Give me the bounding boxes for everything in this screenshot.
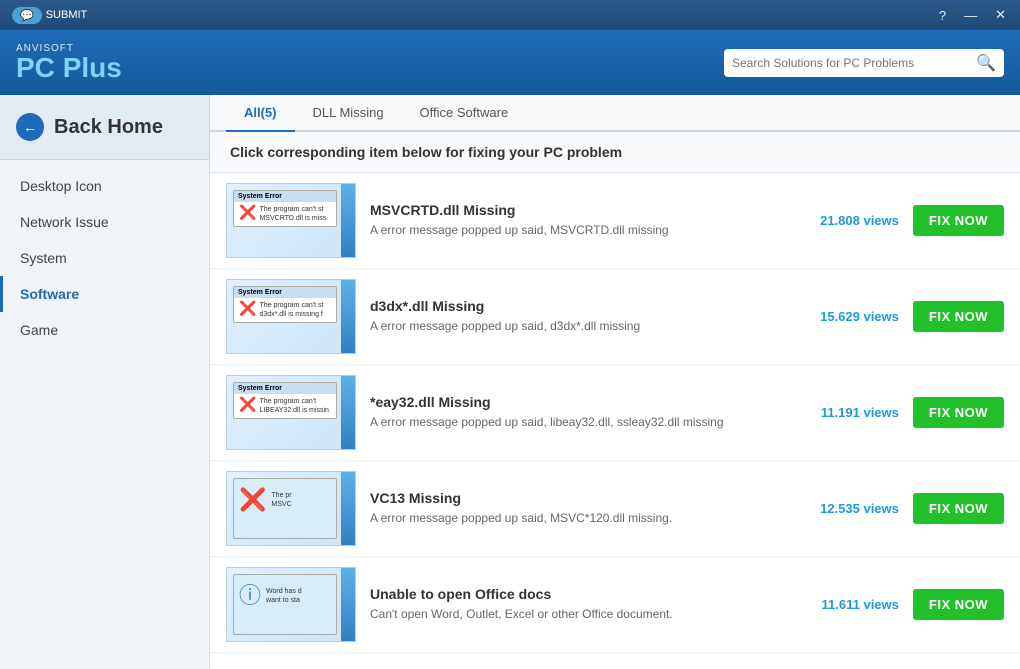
header: ANVISOFT PC Plus 🔍 bbox=[0, 30, 1020, 95]
items-list: System Error ❌ The program can't stMSVCR… bbox=[210, 173, 1020, 669]
item-desc: A error message popped up said, libeay32… bbox=[370, 414, 775, 431]
item-views: 21.808 views bbox=[789, 213, 899, 228]
item-views: 11.611 views bbox=[789, 597, 899, 612]
fix-now-button-vc13[interactable]: FIX NOW bbox=[913, 493, 1004, 524]
main-layout: ← Back Home Desktop Icon Network Issue S… bbox=[0, 95, 1020, 669]
logo-plain: PC bbox=[16, 52, 63, 83]
tab-office-software[interactable]: Office Software bbox=[402, 95, 527, 132]
item-thumbnail-msvcrtd: System Error ❌ The program can't stMSVCR… bbox=[226, 183, 356, 258]
search-input[interactable] bbox=[732, 56, 976, 70]
item-info-vc13: VC13 Missing A error message popped up s… bbox=[370, 490, 775, 527]
search-bar: 🔍 bbox=[724, 49, 1004, 77]
item-info-d3dx: d3dx*.dll Missing A error message popped… bbox=[370, 298, 775, 335]
item-info-msvcrtd: MSVCRTD.dll Missing A error message popp… bbox=[370, 202, 775, 239]
items-header: Click corresponding item below for fixin… bbox=[210, 132, 1020, 173]
submit-area: 💬 SUBMIT bbox=[12, 7, 87, 24]
sidebar-item-game[interactable]: Game bbox=[0, 312, 209, 348]
item-views: 11.191 views bbox=[789, 405, 899, 420]
item-title: d3dx*.dll Missing bbox=[370, 298, 775, 314]
nav-items: Desktop Icon Network Issue System Softwa… bbox=[0, 160, 209, 356]
item-desc: A error message popped up said, d3dx*.dl… bbox=[370, 318, 775, 335]
tabs: All(5) DLL Missing Office Software bbox=[210, 95, 1020, 132]
item-thumbnail-d3dx: System Error ❌ The program can't std3dx*… bbox=[226, 279, 356, 354]
titlebar: 💬 SUBMIT ? — ✕ bbox=[0, 0, 1020, 30]
help-button[interactable]: ? bbox=[933, 6, 952, 25]
sidebar-item-network-issue[interactable]: Network Issue bbox=[0, 204, 209, 240]
back-home-button[interactable]: ← Back Home bbox=[0, 95, 209, 160]
item-desc: A error message popped up said, MSVC*120… bbox=[370, 510, 775, 527]
back-home-label: Back Home bbox=[54, 116, 163, 139]
minimize-button[interactable]: — bbox=[958, 6, 983, 25]
submit-label[interactable]: SUBMIT bbox=[46, 9, 88, 21]
search-icon[interactable]: 🔍 bbox=[976, 53, 996, 73]
item-thumbnail-office: ⓘ Word has dwant to sta bbox=[226, 567, 356, 642]
list-item: System Error ❌ The program can't std3dx*… bbox=[210, 269, 1020, 365]
logo-top: ANVISOFT bbox=[16, 43, 122, 54]
sidebar: ← Back Home Desktop Icon Network Issue S… bbox=[0, 95, 210, 669]
item-title: VC13 Missing bbox=[370, 490, 775, 506]
list-item: ⓘ Word has dwant to sta Unable to open O… bbox=[210, 557, 1020, 653]
item-thumbnail-vc13: ❌ The prMSVC bbox=[226, 471, 356, 546]
list-item: System Error ❌ The program can't stMSVCR… bbox=[210, 173, 1020, 269]
list-item: ❌ The prMSVC VC13 Missing A error messag… bbox=[210, 461, 1020, 557]
logo-accent: Plus bbox=[63, 52, 122, 83]
tab-dll-missing[interactable]: DLL Missing bbox=[295, 95, 402, 132]
item-title: Unable to open Office docs bbox=[370, 586, 775, 602]
list-item: System Error ❌ The program can'tLIBEAY32… bbox=[210, 365, 1020, 461]
fix-now-button-office[interactable]: FIX NOW bbox=[913, 589, 1004, 620]
item-title: *eay32.dll Missing bbox=[370, 394, 775, 410]
fix-now-button-d3dx[interactable]: FIX NOW bbox=[913, 301, 1004, 332]
logo: ANVISOFT PC Plus bbox=[16, 43, 122, 82]
tab-all[interactable]: All(5) bbox=[226, 95, 295, 132]
fix-now-button-eay32[interactable]: FIX NOW bbox=[913, 397, 1004, 428]
item-thumbnail-eay32: System Error ❌ The program can'tLIBEAY32… bbox=[226, 375, 356, 450]
item-views: 12.535 views bbox=[789, 501, 899, 516]
submit-bubble: 💬 bbox=[12, 7, 42, 24]
sidebar-item-system[interactable]: System bbox=[0, 240, 209, 276]
fix-now-button-msvcrtd[interactable]: FIX NOW bbox=[913, 205, 1004, 236]
logo-bottom: PC Plus bbox=[16, 54, 122, 82]
close-button[interactable]: ✕ bbox=[989, 5, 1012, 25]
item-info-eay32: *eay32.dll Missing A error message poppe… bbox=[370, 394, 775, 431]
item-views: 15.629 views bbox=[789, 309, 899, 324]
titlebar-controls: ? — ✕ bbox=[933, 5, 1012, 25]
content-area: All(5) DLL Missing Office Software Click… bbox=[210, 95, 1020, 669]
item-info-office: Unable to open Office docs Can't open Wo… bbox=[370, 586, 775, 623]
item-desc: A error message popped up said, MSVCRTD.… bbox=[370, 222, 775, 239]
sidebar-item-desktop-icon[interactable]: Desktop Icon bbox=[0, 168, 209, 204]
item-title: MSVCRTD.dll Missing bbox=[370, 202, 775, 218]
back-arrow-icon: ← bbox=[16, 113, 44, 141]
sidebar-item-software[interactable]: Software bbox=[0, 276, 209, 312]
item-desc: Can't open Word, Outlet, Excel or other … bbox=[370, 606, 775, 623]
